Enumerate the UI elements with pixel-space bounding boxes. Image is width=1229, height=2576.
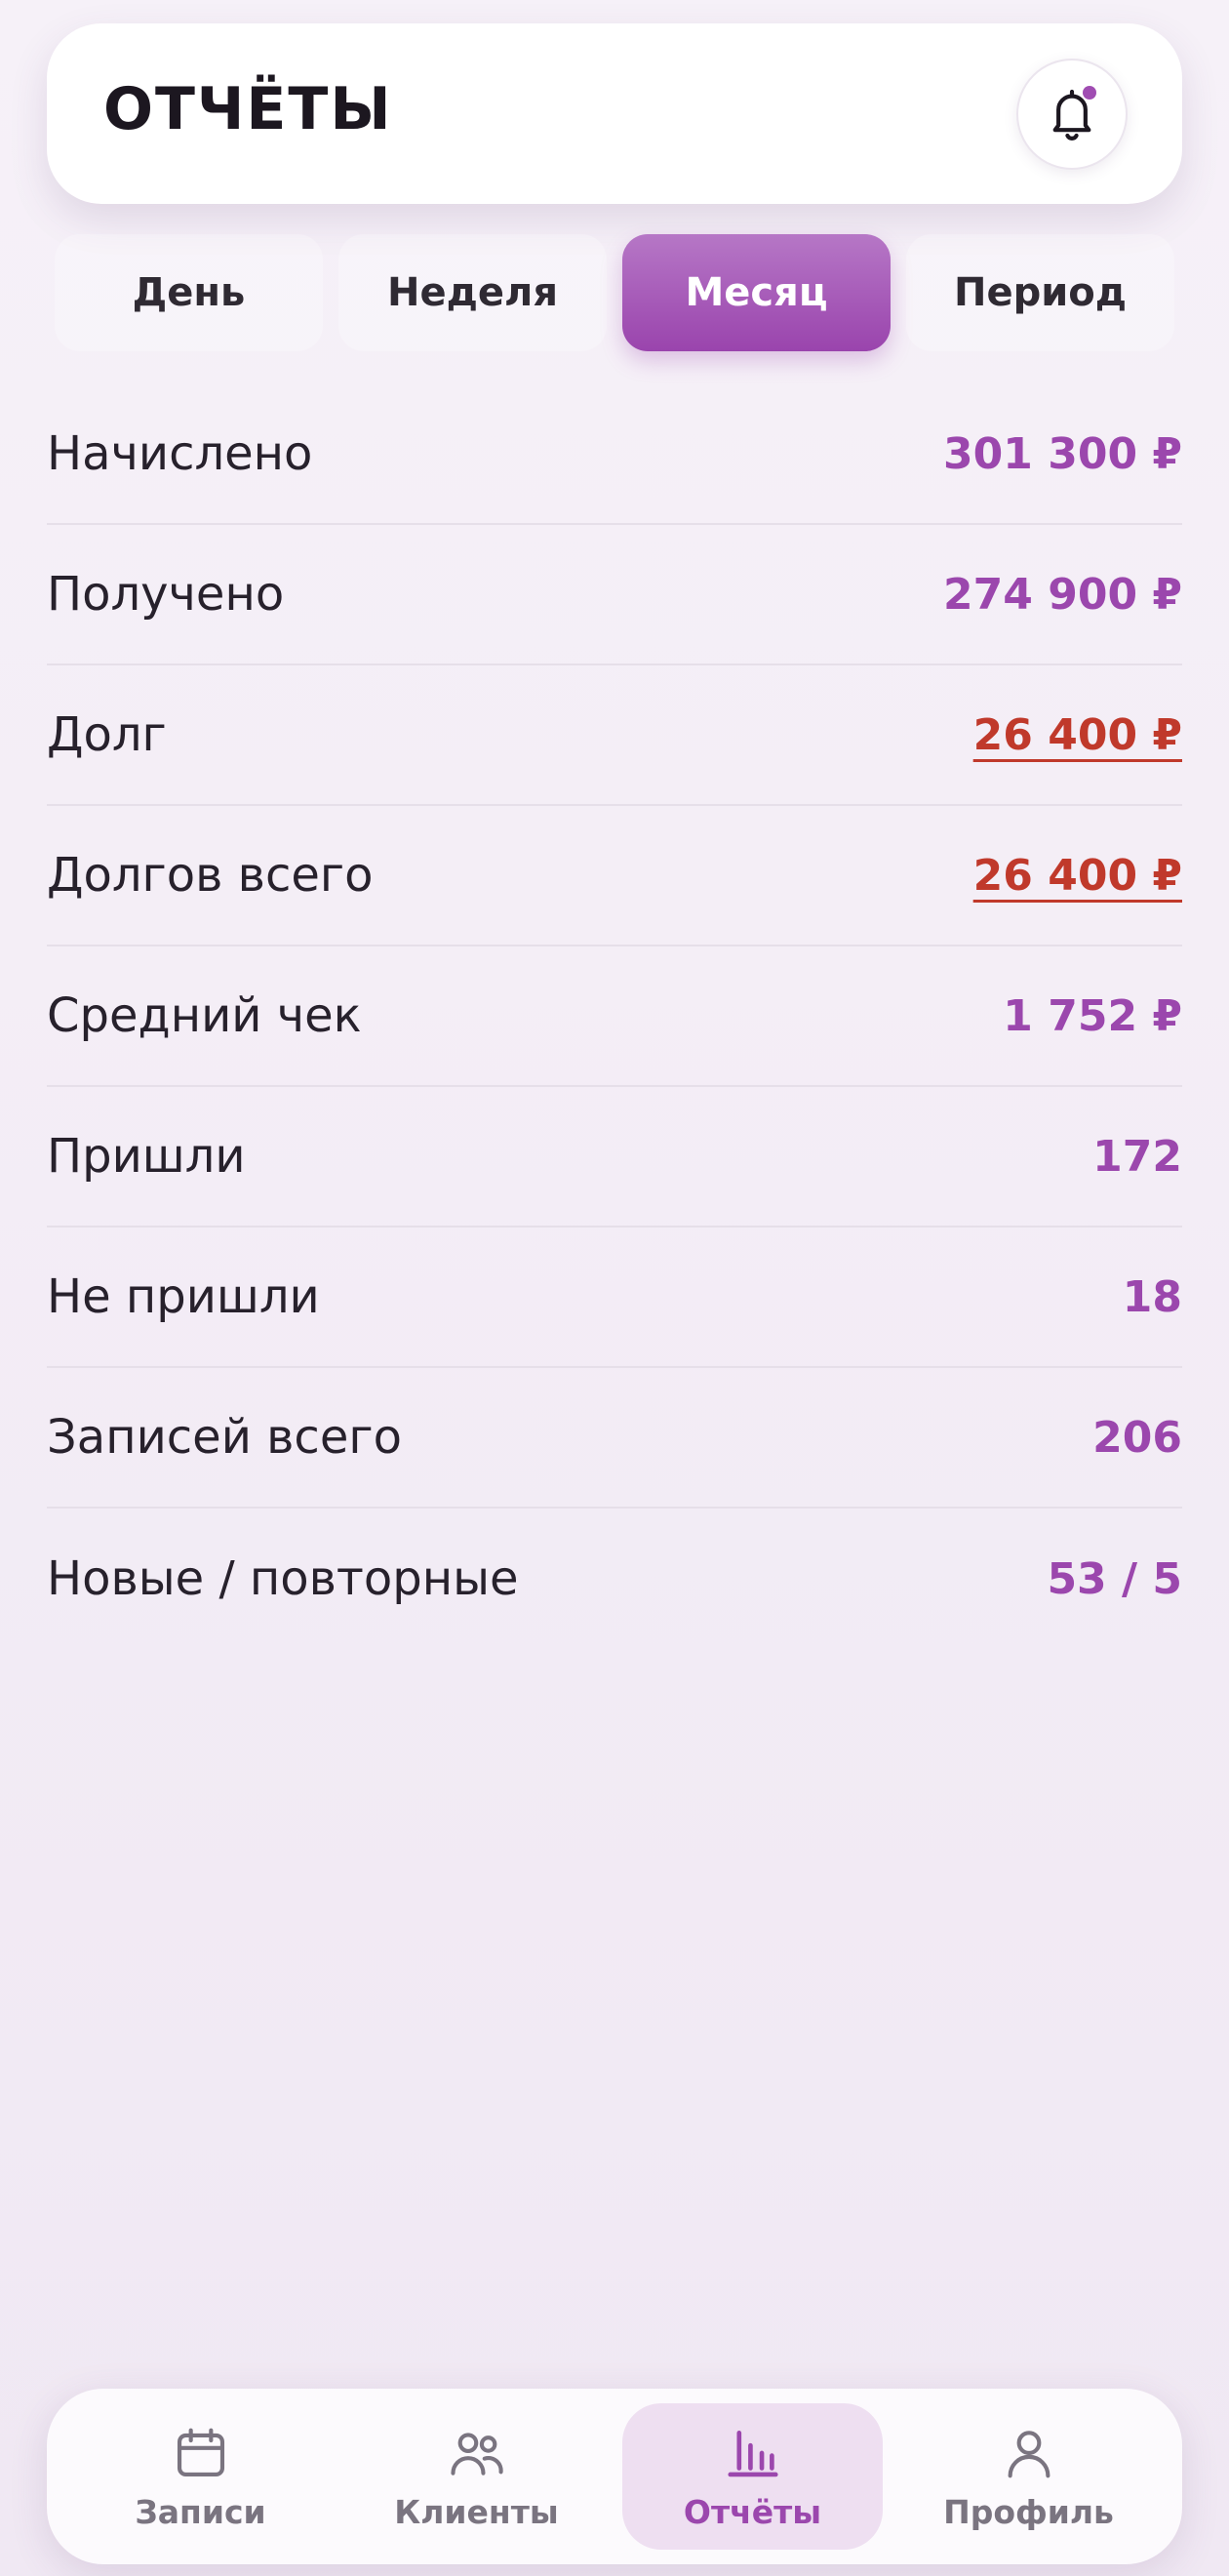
bottom-navigation: Записи Клиенты Отчёты Профиль — [47, 2389, 1182, 2564]
stat-value: 206 — [1092, 1412, 1182, 1463]
nav-item-profile[interactable]: Профиль — [898, 2403, 1159, 2550]
stats-list: Начислено 301 300 ₽ Получено 274 900 ₽ Д… — [47, 384, 1182, 1649]
nav-item-appointments[interactable]: Записи — [70, 2403, 331, 2550]
stat-label: Новые / повторные — [47, 1551, 519, 1606]
stat-value: 53 / 5 — [1047, 1553, 1182, 1604]
tab-month[interactable]: Месяц — [622, 234, 891, 351]
nav-label: Отчёты — [683, 2492, 822, 2531]
stat-label: Долгов всего — [47, 848, 374, 903]
stat-row-total-debts: Долгов всего 26 400 ₽ — [47, 806, 1182, 946]
notification-dot — [1083, 86, 1096, 100]
people-icon — [450, 2432, 503, 2475]
stat-value: 301 300 ₽ — [943, 428, 1182, 479]
stat-row-no-show: Не пришли 18 — [47, 1228, 1182, 1368]
stat-row-accrued: Начислено 301 300 ₽ — [47, 384, 1182, 525]
stat-value: 274 900 ₽ — [943, 569, 1182, 620]
nav-label: Записи — [135, 2492, 266, 2531]
calendar-icon — [177, 2428, 224, 2476]
stat-value: 172 — [1092, 1131, 1182, 1182]
stat-row-total-appointments: Записей всего 206 — [47, 1368, 1182, 1509]
stat-label: Записей всего — [47, 1410, 402, 1465]
stat-label: Пришли — [47, 1129, 246, 1184]
stat-label: Не пришли — [47, 1269, 320, 1324]
debt-link[interactable]: 26 400 ₽ — [973, 710, 1182, 760]
notifications-button[interactable] — [1016, 59, 1128, 170]
stat-value: 1 752 ₽ — [1003, 990, 1182, 1041]
bar-chart-icon — [727, 2430, 778, 2476]
nav-label: Профиль — [943, 2492, 1114, 2531]
stat-row-received: Получено 274 900 ₽ — [47, 525, 1182, 665]
stat-label: Средний чек — [47, 988, 362, 1043]
period-tabs: День Неделя Месяц Период — [47, 234, 1182, 351]
stat-label: Долг — [47, 707, 167, 762]
stat-row-new-repeat: Новые / повторные 53 / 5 — [47, 1509, 1182, 1649]
stat-label: Получено — [47, 567, 285, 622]
stat-row-came: Пришли 172 — [47, 1087, 1182, 1228]
nav-item-clients[interactable]: Клиенты — [346, 2403, 607, 2550]
page-title: ОТЧЁТЫ — [103, 75, 393, 143]
tab-day[interactable]: День — [55, 234, 323, 351]
tab-week[interactable]: Неделя — [338, 234, 607, 351]
total-debts-link[interactable]: 26 400 ₽ — [973, 851, 1182, 901]
header-card: ОТЧЁТЫ — [47, 23, 1182, 204]
nav-item-reports[interactable]: Отчёты — [622, 2403, 883, 2550]
reports-screen: ОТЧЁТЫ День Неделя Месяц Период Начислен… — [0, 0, 1229, 2576]
nav-label: Клиенты — [394, 2492, 559, 2531]
stat-value: 18 — [1122, 1271, 1182, 1322]
tab-period[interactable]: Период — [906, 234, 1174, 351]
stat-label: Начислено — [47, 426, 313, 481]
stat-row-debt: Долг 26 400 ₽ — [47, 665, 1182, 806]
person-icon — [1008, 2430, 1050, 2477]
stat-row-average-check: Средний чек 1 752 ₽ — [47, 946, 1182, 1087]
